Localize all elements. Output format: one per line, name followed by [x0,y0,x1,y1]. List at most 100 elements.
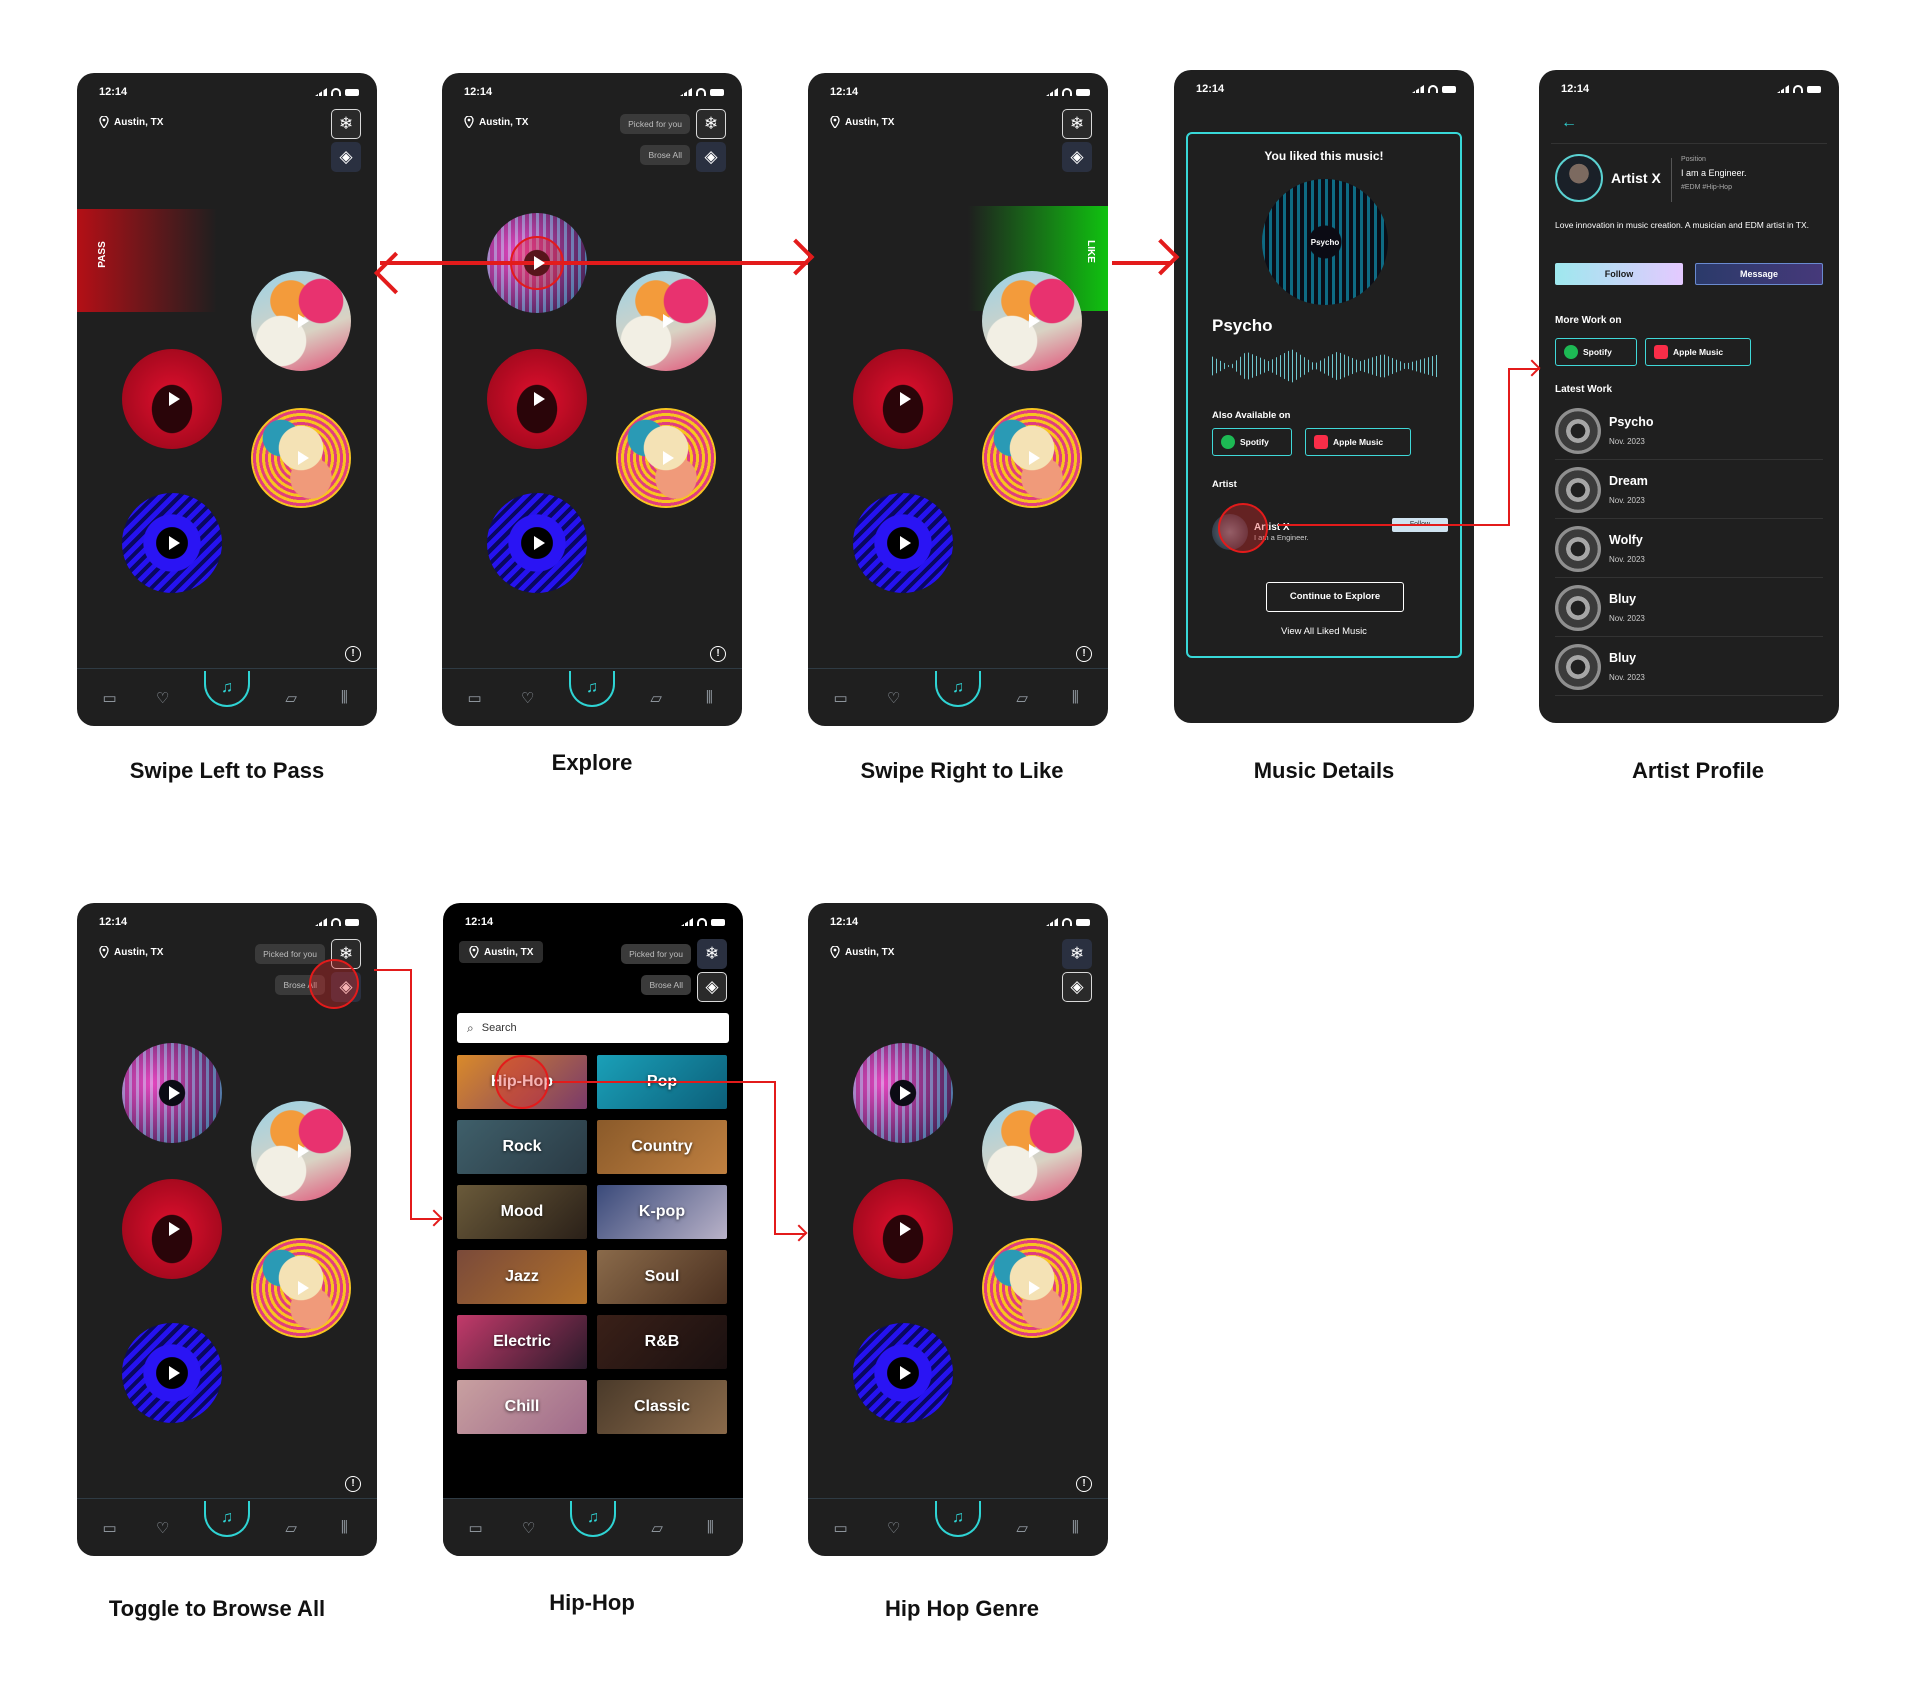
chat-icon[interactable]: ▱ [645,1516,669,1540]
music-disc[interactable] [122,1043,222,1143]
music-disc[interactable] [853,349,953,449]
genre-chill[interactable]: Chill [457,1380,587,1434]
play-icon[interactable] [533,536,545,550]
library-icon[interactable]: ⫼ [1063,686,1087,710]
music-disc[interactable] [122,493,222,593]
heart-icon[interactable]: ♡ [882,686,906,710]
play-icon[interactable] [1028,1281,1040,1295]
song-disc[interactable]: Psycho [1262,179,1388,305]
chat-icon[interactable]: ▱ [644,686,668,710]
work-item[interactable]: Bluy Nov. 2023 [1555,579,1823,637]
play-icon[interactable] [297,1281,309,1295]
play-icon[interactable] [297,314,309,328]
genre-soul[interactable]: Soul [597,1250,727,1304]
music-note-icon[interactable]: ♫ [934,1500,981,1537]
genre-rnb[interactable]: R&B [597,1315,727,1369]
play-icon[interactable] [899,536,911,550]
play-icon[interactable] [899,1086,911,1100]
music-disc[interactable] [122,349,222,449]
info-icon[interactable]: ! [1076,1476,1092,1492]
play-icon[interactable] [662,314,674,328]
music-disc[interactable] [122,1179,222,1279]
music-note-icon[interactable]: ♫ [934,670,981,707]
genre-mood[interactable]: Mood [457,1185,587,1239]
location-label[interactable]: Austin, TX [459,941,544,963]
browse-all-tag[interactable]: Brose All [640,145,690,165]
location-label[interactable]: Austin, TX [99,946,163,958]
snowflake-icon[interactable]: ❄ [1062,939,1092,969]
play-icon[interactable] [899,392,911,406]
continue-explore-button[interactable]: Continue to Explore [1266,582,1404,612]
picked-for-you-tag[interactable]: Picked for you [255,944,325,964]
genre-electric[interactable]: Electric [457,1315,587,1369]
snowflake-icon[interactable]: ❄ [1062,109,1092,139]
waveform[interactable] [1212,349,1440,383]
play-icon[interactable] [297,451,309,465]
heart-icon[interactable]: ♡ [151,1516,175,1540]
music-disc[interactable] [487,349,587,449]
music-disc[interactable] [853,1179,953,1279]
work-item[interactable]: Wolfy Nov. 2023 [1555,520,1823,578]
music-disc[interactable] [853,1323,953,1423]
chat-icon[interactable]: ▱ [279,1516,303,1540]
spotify-button[interactable]: Spotify [1555,338,1637,366]
play-icon[interactable] [168,1222,180,1236]
play-icon[interactable] [533,392,545,406]
music-note-icon[interactable]: ♫ [203,670,250,707]
genre-classic[interactable]: Classic [597,1380,727,1434]
info-icon[interactable]: ! [345,1476,361,1492]
library-icon[interactable]: ⫼ [697,686,721,710]
location-label[interactable]: Austin, TX [99,116,163,128]
chat-icon[interactable]: ▱ [279,686,303,710]
library-icon[interactable]: ⫼ [698,1516,722,1540]
play-icon[interactable] [899,1366,911,1380]
chat-icon[interactable]: ▱ [1010,1516,1034,1540]
genre-rock[interactable]: Rock [457,1120,587,1174]
ticket-icon[interactable]: ▭ [98,686,122,710]
genre-kpop[interactable]: K-pop [597,1185,727,1239]
play-icon[interactable] [533,256,545,270]
play-icon[interactable] [1028,451,1040,465]
ticket-icon[interactable]: ▭ [464,1516,488,1540]
music-disc[interactable] [982,271,1082,371]
back-arrow-icon[interactable]: ← [1561,114,1577,132]
layers-icon[interactable]: ◈ [697,972,727,1002]
music-disc[interactable] [251,1238,351,1338]
play-icon[interactable] [168,536,180,550]
music-disc[interactable] [251,271,351,371]
apple-music-button[interactable]: Apple Music [1645,338,1751,366]
chat-icon[interactable]: ▱ [1010,686,1034,710]
info-icon[interactable]: ! [710,646,726,662]
ticket-icon[interactable]: ▭ [829,686,853,710]
location-label[interactable]: Austin, TX [830,116,894,128]
music-disc[interactable] [982,1101,1082,1201]
music-disc[interactable] [122,1323,222,1423]
picked-for-you-tag[interactable]: Picked for you [620,114,690,134]
play-icon[interactable] [297,1144,309,1158]
layers-icon[interactable]: ◈ [1062,142,1092,172]
music-disc[interactable] [616,271,716,371]
music-note-icon[interactable]: ♫ [569,1500,616,1537]
music-disc[interactable] [251,1101,351,1201]
follow-button[interactable]: Follow [1555,263,1683,285]
music-disc[interactable] [487,493,587,593]
ticket-icon[interactable]: ▭ [463,686,487,710]
location-label[interactable]: Austin, TX [464,116,528,128]
play-icon[interactable] [1028,1144,1040,1158]
library-icon[interactable]: ⫼ [1063,1516,1087,1540]
search-input[interactable]: ⌕ Search [457,1013,729,1043]
heart-icon[interactable]: ♡ [516,686,540,710]
music-note-icon[interactable]: ♫ [203,1500,250,1537]
apple-music-button[interactable]: Apple Music [1305,428,1411,456]
play-icon[interactable] [662,451,674,465]
music-disc[interactable] [853,493,953,593]
genre-country[interactable]: Country [597,1120,727,1174]
heart-icon[interactable]: ♡ [882,1516,906,1540]
browse-all-tag[interactable]: Brose All [641,975,691,995]
snowflake-icon[interactable]: ❄ [697,939,727,969]
play-icon[interactable] [168,392,180,406]
snowflake-icon[interactable]: ❄ [696,109,726,139]
info-icon[interactable]: ! [345,646,361,662]
genre-jazz[interactable]: Jazz [457,1250,587,1304]
snowflake-icon[interactable]: ❄ [331,109,361,139]
